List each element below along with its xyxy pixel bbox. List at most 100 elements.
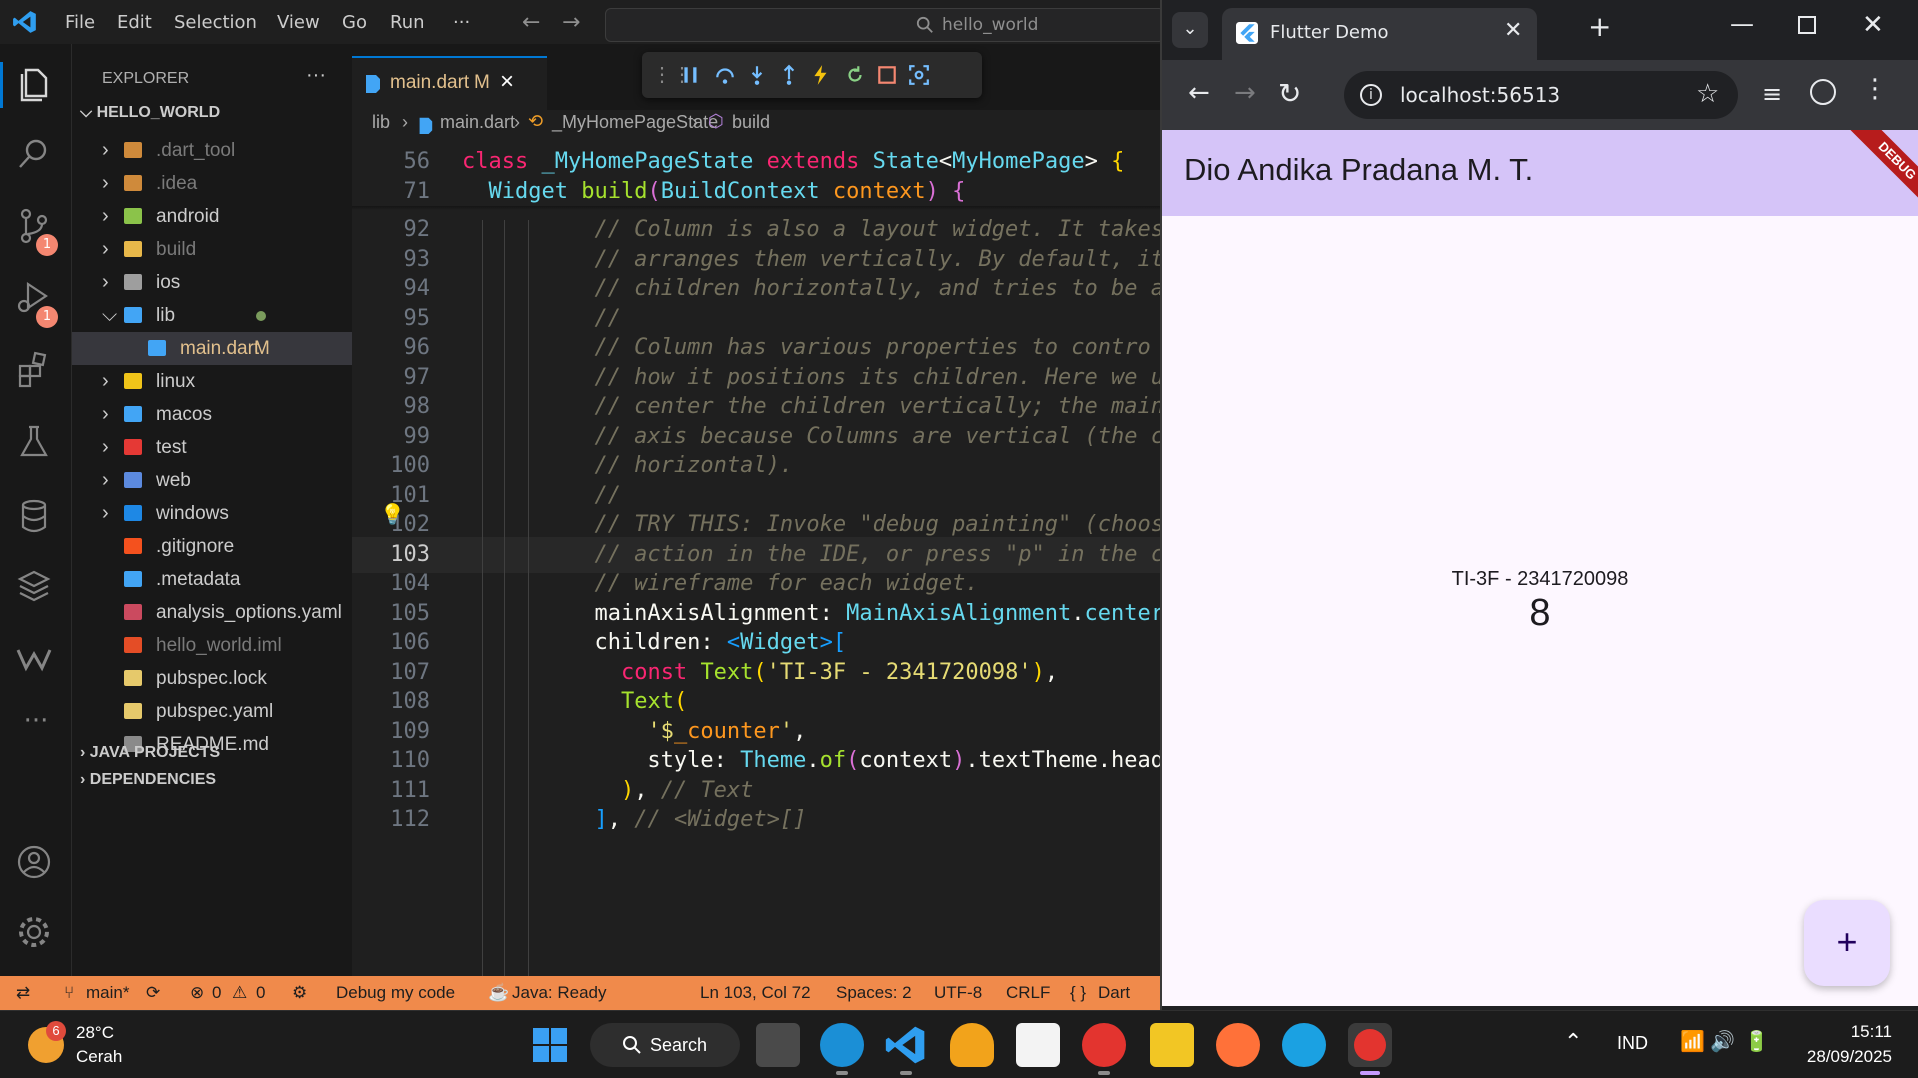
step-over-icon[interactable] [714,64,736,86]
cursor-position[interactable]: Ln 103, Col 72 [700,983,811,1003]
explorer-root[interactable]: ⌵ HELLO_WORLD [80,104,220,122]
extensions-icon[interactable] [14,350,58,394]
chevron-up-icon[interactable]: ⌃ [1564,1029,1582,1055]
tree-item[interactable]: › ios [72,266,352,299]
tree-item[interactable]: .gitignore [72,530,352,563]
w-extension-icon[interactable] [14,638,58,682]
tree-item[interactable]: › linux [72,365,352,398]
source-control-icon[interactable]: 1 [14,206,58,256]
task-view-icon[interactable] [756,1023,800,1067]
reload-icon[interactable]: ↻ [1278,77,1301,110]
battery-icon[interactable]: 🔋 [1744,1029,1769,1054]
code-editor[interactable]: 56 class _MyHomePageState extends State<M… [352,110,1164,976]
pause-icon[interactable] [680,64,702,86]
menu-more[interactable]: ··· [453,12,470,33]
address-bar[interactable]: i localhost:56513 ☆ [1344,71,1738,119]
profile-icon[interactable] [1810,79,1836,105]
forward-arrow-icon[interactable]: → [1234,78,1256,108]
microsoft-store-icon[interactable] [1016,1023,1060,1067]
chrome-tab-flutter-demo[interactable]: Flutter Demo ✕ [1222,8,1537,60]
command-center-search[interactable]: hello_world [605,8,1165,42]
edge-browser-icon[interactable] [820,1023,864,1067]
explorer-files-icon[interactable] [14,64,58,108]
tab-search-chevron-icon[interactable]: ⌄ [1172,12,1208,48]
tab-close-icon[interactable]: × [500,68,514,96]
java-status[interactable]: Java: Ready [512,983,607,1003]
tree-item[interactable]: › macos [72,398,352,431]
tree-item[interactable]: .metadata [72,563,352,596]
chrome-profile-icon[interactable] [1082,1023,1126,1067]
close-window-icon[interactable]: ✕ [1862,10,1884,40]
tree-item[interactable]: › web [72,464,352,497]
inspect-widget-icon[interactable] [908,64,930,86]
indentation[interactable]: Spaces: 2 [836,983,912,1003]
menu-run[interactable]: Run [390,12,425,33]
tree-item[interactable]: pubspec.yaml [72,695,352,728]
menu-file[interactable]: File [65,12,95,33]
tab-main-dart[interactable]: main.dart M × [352,56,547,110]
minimize-icon[interactable]: — [1730,10,1754,38]
chrome-active-icon[interactable] [1348,1023,1392,1067]
vscode-taskbar-icon[interactable] [884,1023,928,1067]
back-arrow-icon[interactable]: ← [1188,78,1210,108]
layers-icon[interactable] [14,566,58,610]
menu-go[interactable]: Go [342,12,367,33]
dependencies-section[interactable]: › DEPENDENCIES [80,771,216,789]
java-projects-section[interactable]: › JAVA PROJECTS [80,744,220,762]
explorer-more-button[interactable]: ··· [306,64,326,87]
site-info-icon[interactable]: i [1360,84,1382,106]
chrome-menu-icon[interactable]: ⋮ [1862,74,1888,104]
media-controls-icon[interactable]: ≡ [1762,80,1782,108]
weather-temp[interactable]: 28°C [76,1023,114,1043]
encoding[interactable]: UTF-8 [934,983,982,1003]
branch-name[interactable]: main* [86,983,129,1003]
award-app-icon[interactable] [950,1023,994,1067]
tree-item[interactable]: › build [72,233,352,266]
chrome-tab-close-icon[interactable]: ✕ [1504,18,1522,43]
step-into-icon[interactable] [746,64,768,86]
back-arrow-icon[interactable]: ← [522,10,540,35]
wifi-icon[interactable]: 📶 [1680,1029,1705,1054]
tree-item[interactable]: › .idea [72,167,352,200]
remote-icon[interactable]: ⇄ [16,983,30,1003]
tree-item[interactable]: analysis_options.yaml [72,596,352,629]
restart-icon[interactable] [844,64,866,86]
vscode-logo-icon[interactable] [12,9,38,35]
search-icon[interactable] [14,134,58,178]
warning-count[interactable]: 0 [256,983,265,1003]
forward-arrow-icon[interactable]: → [562,10,580,35]
blue-app-icon[interactable] [1282,1023,1326,1067]
error-count[interactable]: 0 [212,983,221,1003]
language-mode[interactable]: Dart [1098,983,1130,1003]
tree-item[interactable]: hello_world.iml [72,629,352,662]
input-language[interactable]: IND [1617,1033,1648,1054]
menu-view[interactable]: View [277,12,320,33]
windows-start-icon[interactable] [532,1027,568,1063]
tree-item[interactable]: pubspec.lock [72,662,352,695]
tree-item[interactable]: › test [72,431,352,464]
stop-icon[interactable] [876,64,898,86]
more-views-icon[interactable]: ··· [14,706,58,750]
testing-flask-icon[interactable] [14,422,58,466]
settings-gear-icon[interactable] [14,912,58,956]
menu-selection[interactable]: Selection [174,12,257,33]
step-out-icon[interactable] [778,64,800,86]
bookmark-star-icon[interactable]: ☆ [1696,79,1719,109]
tree-item[interactable]: › android [72,200,352,233]
lightbulb-icon[interactable]: 💡 [380,502,405,526]
tree-item[interactable]: › .dart_tool [72,134,352,167]
taskbar-search-box[interactable]: Search [590,1023,740,1067]
file-explorer-icon[interactable] [1150,1023,1194,1067]
run-debug-icon[interactable]: 1 [14,278,58,328]
tree-item[interactable]: › windows [72,497,352,530]
accounts-icon[interactable] [14,842,58,886]
firefox-icon[interactable] [1216,1023,1260,1067]
increment-fab-button[interactable]: + [1804,900,1890,986]
menu-edit[interactable]: Edit [117,12,152,33]
database-icon[interactable] [14,496,58,540]
tree-item[interactable]: ⌵ lib [72,299,352,332]
tree-item[interactable]: main.dart M [72,332,352,365]
sync-icon[interactable]: ⟳ [146,983,160,1003]
clock-time[interactable]: 15:11 [1812,1022,1892,1042]
line-endings[interactable]: CRLF [1006,983,1050,1003]
